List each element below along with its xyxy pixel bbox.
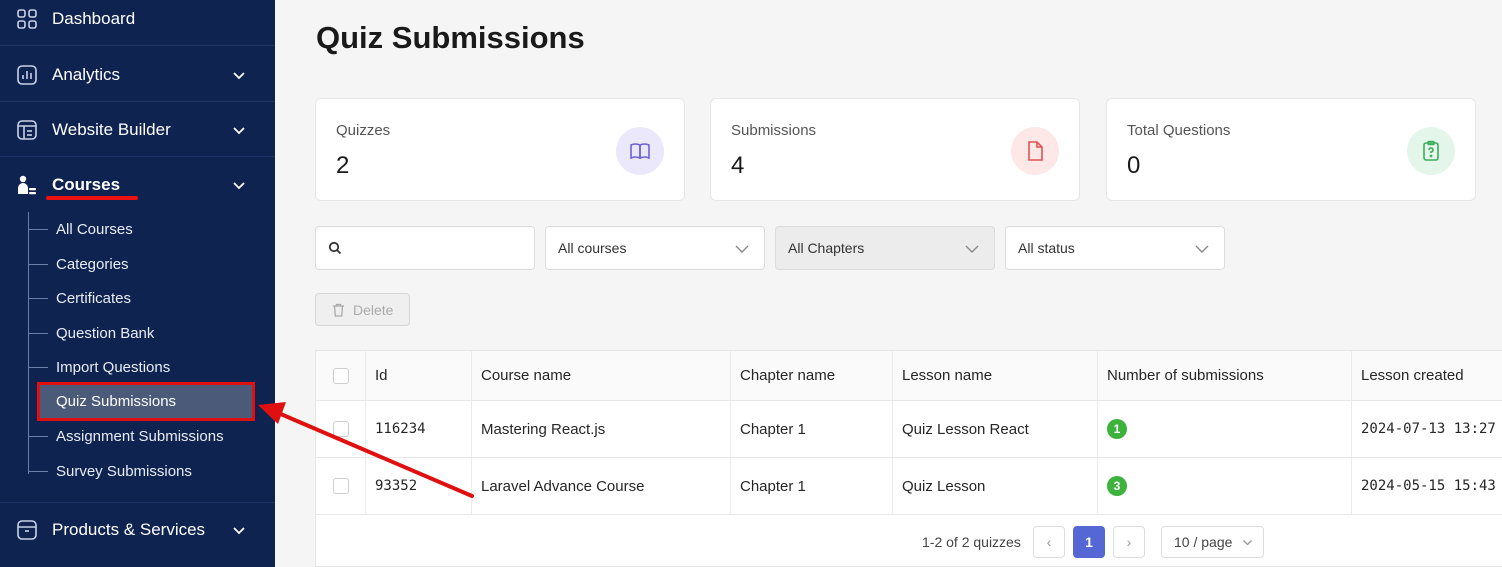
submissions-table: Id Course name Chapter name Lesson name … <box>315 350 1502 567</box>
layout-icon <box>16 119 38 141</box>
sidebar-subitem-label: Categories <box>56 255 129 273</box>
courses-icon <box>16 174 38 196</box>
sidebar-item-courses[interactable]: Courses <box>0 158 275 212</box>
sidebar-subitem-label: Question Bank <box>56 324 155 342</box>
cell-id: 93352 <box>366 458 472 514</box>
column-header-chapter[interactable]: Chapter name <box>731 351 893 400</box>
cell-id: 116234 <box>366 401 472 457</box>
chevron-down-icon <box>735 245 749 253</box>
chevron-down-icon <box>233 527 245 535</box>
page-size-value: 10 / page <box>1174 534 1233 550</box>
grid-icon <box>16 8 38 30</box>
chevron-down-icon <box>233 126 245 134</box>
search-input[interactable] <box>315 226 535 270</box>
sidebar-subitem-label: Survey Submissions <box>56 462 192 480</box>
page-button-current[interactable]: 1 <box>1073 526 1105 558</box>
sidebar-item-label: Products & Services <box>52 520 206 539</box>
search-icon <box>328 241 342 255</box>
stat-card-submissions: Submissions 4 <box>710 98 1080 201</box>
submission-count-badge[interactable]: 1 <box>1107 419 1127 439</box>
column-header-id[interactable]: Id <box>366 351 472 400</box>
stat-value: 0 <box>1127 152 1141 179</box>
cell-chapter: Chapter 1 <box>731 401 893 457</box>
table-header-row: Id Course name Chapter name Lesson name … <box>316 351 1502 401</box>
pagination-total: 1-2 of 2 quizzes <box>922 534 1021 550</box>
sidebar-subitem-quiz-submissions[interactable]: Quiz Submissions <box>37 382 255 421</box>
course-select[interactable]: All courses <box>545 226 765 270</box>
chevron-down-icon <box>1243 540 1252 546</box>
page-size-select[interactable]: 10 / page <box>1161 526 1264 558</box>
cell-course: Mastering React.js <box>472 401 731 457</box>
sidebar-subitem-import-questions[interactable]: Import Questions <box>28 350 170 384</box>
prev-page-button[interactable]: ‹ <box>1033 526 1065 558</box>
sidebar-item-dashboard[interactable]: Dashboard <box>0 0 275 46</box>
course-select-value: All courses <box>558 240 627 256</box>
cell-created: 2024-05-15 15:43 <box>1361 478 1496 494</box>
sidebar-subitem-assignment-submissions[interactable]: Assignment Submissions <box>28 419 224 453</box>
chapter-select-value: All Chapters <box>788 240 865 256</box>
page-title: Quiz Submissions <box>316 20 585 55</box>
select-all-checkbox[interactable] <box>333 367 349 384</box>
sidebar-subitem-survey-submissions[interactable]: Survey Submissions <box>28 454 192 488</box>
cell-lesson: Quiz Lesson React <box>893 401 1098 457</box>
next-page-button[interactable]: › <box>1113 526 1145 558</box>
sidebar-subitem-all-courses[interactable]: All Courses <box>28 212 133 246</box>
sidebar-subitem-label: Import Questions <box>56 358 171 376</box>
sidebar-subitem-question-bank[interactable]: Question Bank <box>28 316 154 350</box>
chart-icon <box>16 64 38 86</box>
table-row[interactable]: 116234 Mastering React.js Chapter 1 Quiz… <box>316 401 1502 458</box>
cell-course: Laravel Advance Course <box>472 458 731 514</box>
cell-lesson: Quiz Lesson <box>893 458 1098 514</box>
column-header-submissions[interactable]: Number of submissions <box>1098 351 1352 400</box>
stat-card-quizzes: Quizzes 2 <box>315 98 685 201</box>
status-select[interactable]: All status <box>1005 226 1225 270</box>
sidebar-item-label: Analytics <box>52 64 121 84</box>
sidebar-item-website-builder[interactable]: Website Builder <box>0 103 275 157</box>
row-checkbox[interactable] <box>333 478 349 494</box>
sidebar: Dashboard Analytics Website Builder Cour… <box>0 0 275 567</box>
column-header-created[interactable]: Lesson created <box>1352 351 1502 400</box>
column-header-lesson[interactable]: Lesson name <box>893 351 1098 400</box>
column-header-course[interactable]: Course name <box>472 351 731 400</box>
stat-value: 4 <box>731 152 745 179</box>
clipboard-question-icon <box>1407 127 1455 175</box>
box-icon <box>16 519 38 541</box>
submission-count-badge[interactable]: 3 <box>1107 476 1127 496</box>
stat-label: Quizzes <box>336 122 391 139</box>
delete-button[interactable]: Delete <box>315 293 410 326</box>
chevron-down-icon <box>233 182 245 190</box>
table-row[interactable]: 93352 Laravel Advance Course Chapter 1 Q… <box>316 458 1502 515</box>
sidebar-subitem-label: Certificates <box>56 289 132 307</box>
row-checkbox[interactable] <box>333 421 349 437</box>
sidebar-subitem-label: All Courses <box>56 220 133 238</box>
sidebar-item-label: Courses <box>52 175 121 194</box>
stat-card-total-questions: Total Questions 0 <box>1106 98 1476 201</box>
stat-value: 2 <box>336 152 350 179</box>
chevron-down-icon <box>1195 245 1209 253</box>
sidebar-subitem-label: Assignment Submissions <box>56 427 224 445</box>
cell-created: 2024-07-13 13:27 <box>1361 421 1496 437</box>
sidebar-item-analytics[interactable]: Analytics <box>0 48 275 102</box>
file-icon <box>1011 127 1059 175</box>
sidebar-subitem-categories[interactable]: Categories <box>28 247 129 281</box>
stat-label: Total Questions <box>1127 122 1231 139</box>
delete-button-label: Delete <box>353 301 394 318</box>
trash-icon <box>333 303 344 317</box>
highlight-underline <box>46 196 138 200</box>
sidebar-subitem-label: Quiz Submissions <box>56 393 177 410</box>
sidebar-item-label: Dashboard <box>52 8 136 28</box>
sidebar-item-products-services[interactable]: Products & Services <box>0 503 275 557</box>
chapter-select[interactable]: All Chapters <box>775 226 995 270</box>
stat-label: Submissions <box>731 122 817 139</box>
book-icon <box>616 127 664 175</box>
sidebar-item-label: Website Builder <box>52 119 171 139</box>
cell-chapter: Chapter 1 <box>731 458 893 514</box>
sidebar-subitem-certificates[interactable]: Certificates <box>28 281 131 315</box>
chevron-down-icon <box>965 245 979 253</box>
status-select-value: All status <box>1018 240 1075 256</box>
chevron-down-icon <box>233 71 245 79</box>
